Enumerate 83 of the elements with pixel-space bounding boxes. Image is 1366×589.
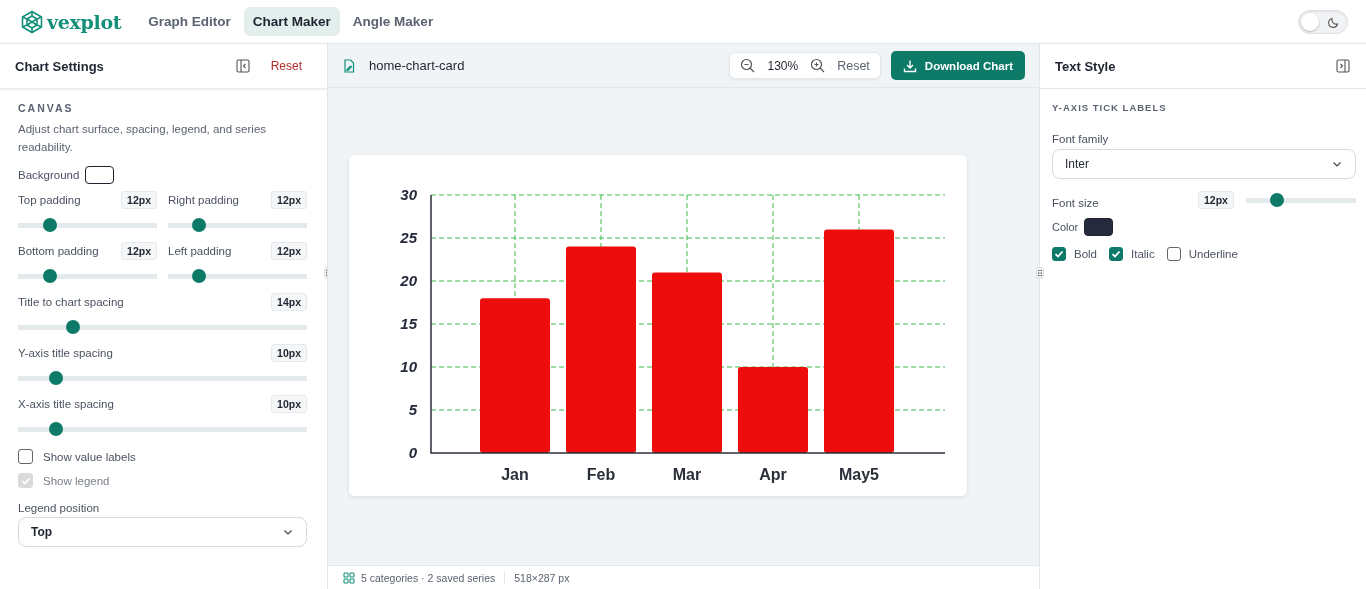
nav-tab[interactable]: Graph Editor <box>139 7 240 36</box>
section-heading: CANVAS <box>18 102 75 114</box>
value-badge: 12px <box>121 242 157 260</box>
y-tick-label: 30 <box>400 186 417 203</box>
slider-thumb[interactable] <box>48 422 63 436</box>
resize-handle-icon[interactable] <box>1036 267 1044 279</box>
zoom-reset-button[interactable]: Reset <box>837 58 870 73</box>
checkbox-label: Show legend <box>43 474 110 487</box>
slider-thumb[interactable] <box>191 269 206 283</box>
x-tick-label: May5 <box>839 466 879 483</box>
grid-icon <box>343 571 355 584</box>
field-label: Font family <box>1052 133 1110 145</box>
legend-position-select[interactable]: Top <box>18 517 307 547</box>
moon-icon <box>1328 15 1340 28</box>
value-badge: 10px <box>271 395 307 413</box>
checkmark-icon <box>20 475 31 486</box>
app-logo: vexplot <box>47 10 122 33</box>
value-badge: 12px <box>1198 191 1234 209</box>
checkbox[interactable] <box>1166 247 1181 261</box>
slider-thumb[interactable] <box>48 371 63 385</box>
field-label: Color <box>1052 221 1079 233</box>
value-badge: 12px <box>271 191 307 209</box>
y-tick-label: 0 <box>408 444 417 461</box>
slider-thumb[interactable] <box>65 320 80 334</box>
slider-label: X-axis title spacing <box>18 398 114 410</box>
x-tick-label: Apr <box>759 466 787 483</box>
slider-label: Title to chart spacing <box>18 296 124 308</box>
nav-tab[interactable]: Chart Maker <box>243 7 340 36</box>
status-text: 518×287 px <box>504 571 570 584</box>
file-name: home-chart-card <box>369 58 465 73</box>
y-tick-label: 15 <box>400 315 417 332</box>
x-tick-label: Mar <box>672 466 702 483</box>
checkbox[interactable] <box>18 449 33 464</box>
checkbox-label: Bold <box>1074 248 1098 260</box>
zoom-level: 130% <box>767 58 799 73</box>
color-swatch[interactable] <box>1084 218 1114 236</box>
collapse-panel-icon[interactable] <box>235 59 250 73</box>
logo-icon <box>20 9 44 34</box>
download-icon <box>902 58 917 73</box>
y-tick-label: 10 <box>400 358 417 375</box>
zoom-out-icon[interactable] <box>740 58 756 73</box>
panel-title: Chart Settings <box>15 58 105 74</box>
slider-label: Bottom padding <box>18 245 99 257</box>
y-tick-label: 5 <box>408 401 417 418</box>
slider-label: Right padding <box>168 194 239 206</box>
slider-label: Top padding <box>18 194 81 206</box>
zoom-in-icon[interactable] <box>810 58 826 73</box>
section-heading: Y-AXIS TICK LABELS <box>1052 102 1168 113</box>
checkmark-icon <box>1054 249 1064 259</box>
field-label: Font size <box>1052 196 1100 209</box>
color-swatch[interactable] <box>85 166 115 184</box>
download-button[interactable]: Download Chart <box>890 51 1025 80</box>
x-tick-label: Feb <box>586 466 616 483</box>
value-badge: 12px <box>121 191 157 209</box>
reset-button[interactable]: Reset <box>261 57 311 75</box>
nav-tab[interactable]: Angle Maker <box>343 7 443 36</box>
y-tick-label: 20 <box>400 272 417 289</box>
x-tick-label: Jan <box>501 466 529 483</box>
slider-thumb[interactable] <box>42 269 57 283</box>
checkbox-label: Underline <box>1188 248 1238 260</box>
panel-title: Text Style <box>1055 58 1117 74</box>
file-icon <box>343 58 355 73</box>
slider-label: Left padding <box>168 245 232 257</box>
value-badge: 14px <box>271 293 307 311</box>
checkbox[interactable] <box>1109 247 1124 261</box>
slider-thumb[interactable] <box>1269 193 1284 207</box>
checkbox-label: Show value labels <box>43 450 136 463</box>
checkmark-icon <box>1111 249 1122 259</box>
status-text: 5 categories · 2 saved series <box>361 571 496 584</box>
section-description: Adjust chart surface, spacing, legend, and series readability. <box>18 122 268 155</box>
checkbox[interactable] <box>1052 247 1066 261</box>
checkbox-label: Italic <box>1131 248 1155 260</box>
font-family-select[interactable]: Inter <box>1052 149 1356 179</box>
slider-label: Y-axis title spacing <box>18 347 113 359</box>
theme-toggle[interactable] <box>1298 9 1348 34</box>
collapse-panel-icon[interactable] <box>1336 59 1350 73</box>
field-label: Background <box>18 169 80 181</box>
value-badge: 12px <box>271 242 307 260</box>
y-tick-label: 25 <box>400 229 417 246</box>
slider-thumb[interactable] <box>42 218 57 232</box>
value-badge: 10px <box>271 344 307 362</box>
slider-thumb[interactable] <box>191 218 206 232</box>
field-label: Legend position <box>18 502 101 514</box>
